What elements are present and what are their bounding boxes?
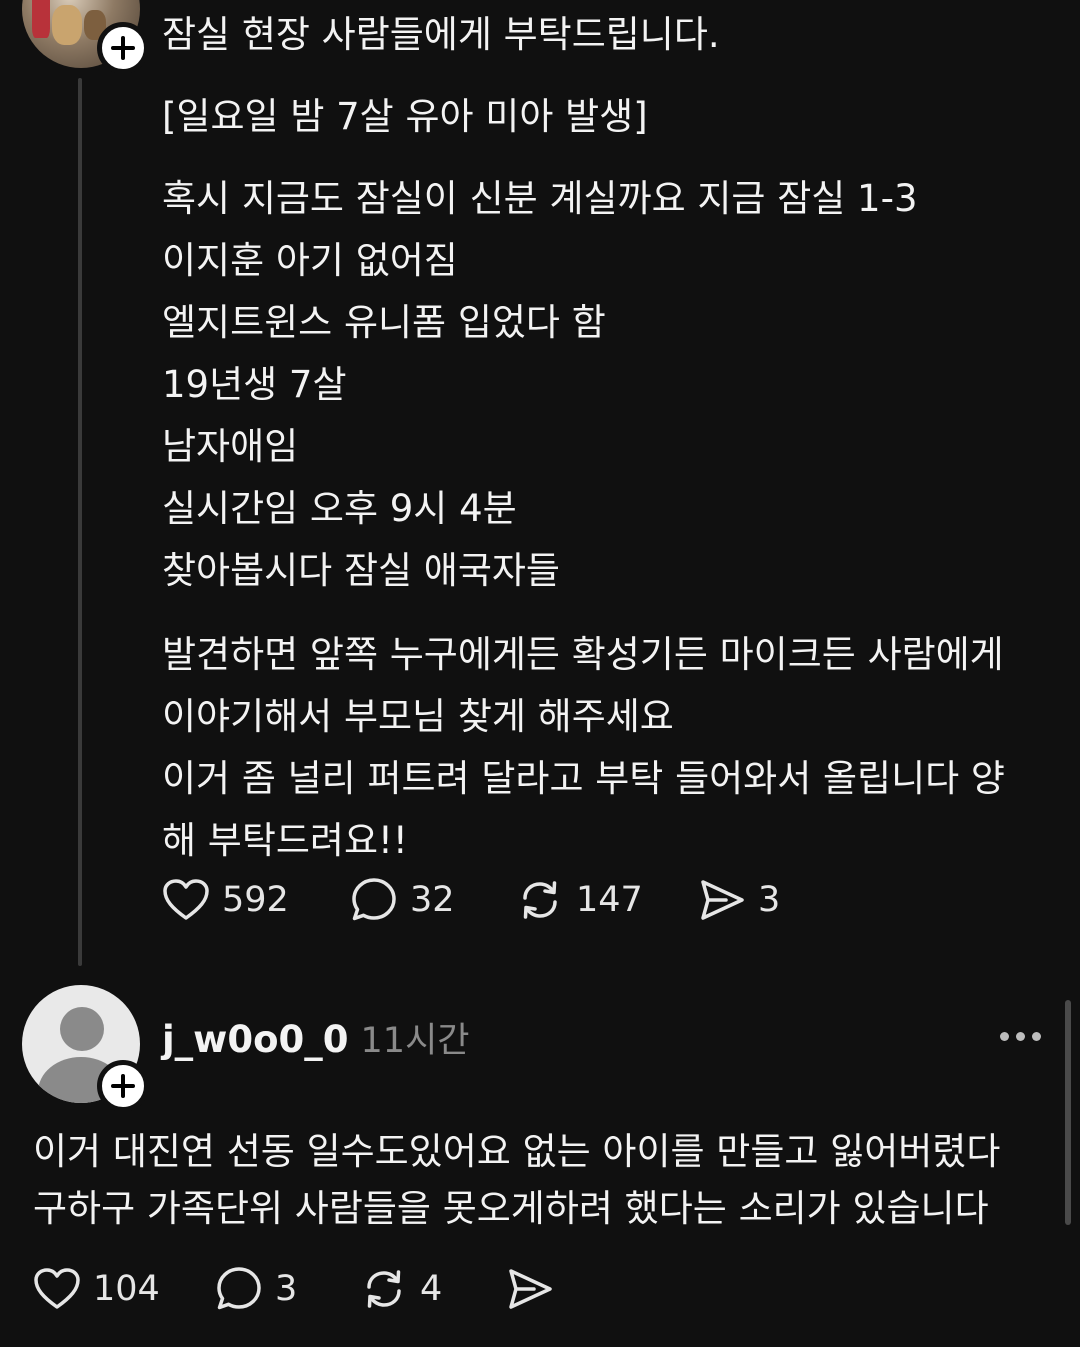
reply-button[interactable]: 32 <box>350 876 516 924</box>
post-line: 발견하면 앞쪽 누구에게든 확성기든 마이크든 사람에게 <box>162 633 1004 676</box>
share-button[interactable]: 3 <box>698 876 780 924</box>
post-line: 해 부탁드려요!! <box>162 819 408 862</box>
like-button[interactable]: 104 <box>33 1267 215 1311</box>
share-count: 3 <box>758 880 781 920</box>
post-line: 남자애임 <box>162 425 299 468</box>
reply-count: 32 <box>410 880 455 920</box>
threads-feed: 잠실 현장 사람들에게 부탁드립니다. [일요일 밤 7살 유아 미아 발생] … <box>0 0 1080 1347</box>
heart-icon <box>163 879 209 920</box>
comment-bubble-icon <box>217 1267 261 1310</box>
post-line: 이거 좀 널리 퍼트려 달라고 부탁 들어와서 올립니다 양 <box>162 757 1005 800</box>
reply-timestamp: 11시간 <box>360 1021 470 1061</box>
reply-button[interactable]: 3 <box>215 1265 360 1313</box>
post-line: 엘지트윈스 유니폼 입었다 함 <box>162 301 606 344</box>
heart-icon <box>34 1268 80 1309</box>
follow-plus-icon[interactable] <box>97 1060 149 1112</box>
send-icon <box>701 880 744 920</box>
post-line: 잠실 현장 사람들에게 부탁드립니다. <box>162 13 720 56</box>
like-count: 104 <box>93 1269 160 1309</box>
post-line: 이야기해서 부모님 찾게 해주세요 <box>162 695 674 738</box>
post-action-bar: 592 32 147 3 <box>162 876 780 924</box>
post-text: 잠실 현장 사람들에게 부탁드립니다. [일요일 밤 7살 유아 미아 발생] … <box>162 4 1042 872</box>
like-count: 592 <box>222 880 289 920</box>
repost-count: 147 <box>576 880 643 920</box>
post-line: [일요일 밤 7살 유아 미아 발생] <box>162 95 648 138</box>
follow-plus-icon[interactable] <box>97 22 149 74</box>
post-line: 이지훈 아기 없어짐 <box>162 239 458 282</box>
repost-arrows-icon <box>367 1270 401 1308</box>
comment-bubble-icon <box>352 878 396 921</box>
repost-arrows-icon <box>523 881 557 919</box>
repost-button[interactable]: 147 <box>516 876 698 924</box>
post-line: 찾아봅시다 잠실 애국자들 <box>162 549 560 592</box>
post-line: 혹시 지금도 잠실이 신분 계실까요 지금 잠실 1-3 <box>162 177 918 220</box>
reply-action-bar: 104 3 4 <box>33 1265 554 1313</box>
thread-connector-line <box>78 78 82 966</box>
reply-username[interactable]: j_w0o0_0 <box>162 1018 349 1061</box>
post-line: 실시간임 오후 9시 4분 <box>162 487 517 530</box>
scrollbar[interactable] <box>1065 1000 1071 1225</box>
post-line: 19년생 7살 <box>162 363 347 406</box>
reply-count: 3 <box>275 1269 298 1309</box>
repost-button[interactable]: 4 <box>360 1265 506 1313</box>
share-button[interactable] <box>506 1265 554 1313</box>
reply-line: 이거 대진연 선동 일수도있어요 없는 아이를 만들고 잃어버렸다 <box>33 1130 1001 1173</box>
more-dots-icon[interactable] <box>1000 1032 1041 1041</box>
reply-line: 구하구 가족단위 사람들을 못오게하려 했다는 소리가 있습니다 <box>33 1187 989 1230</box>
send-icon <box>509 1269 552 1309</box>
reply-text: 이거 대진연 선동 일수도있어요 없는 아이를 만들고 잃어버렸다 구하구 가족… <box>33 1123 1043 1237</box>
reply-header: j_w0o0_0 11시간 <box>162 1012 469 1063</box>
like-button[interactable]: 592 <box>162 878 350 922</box>
repost-count: 4 <box>420 1269 443 1309</box>
